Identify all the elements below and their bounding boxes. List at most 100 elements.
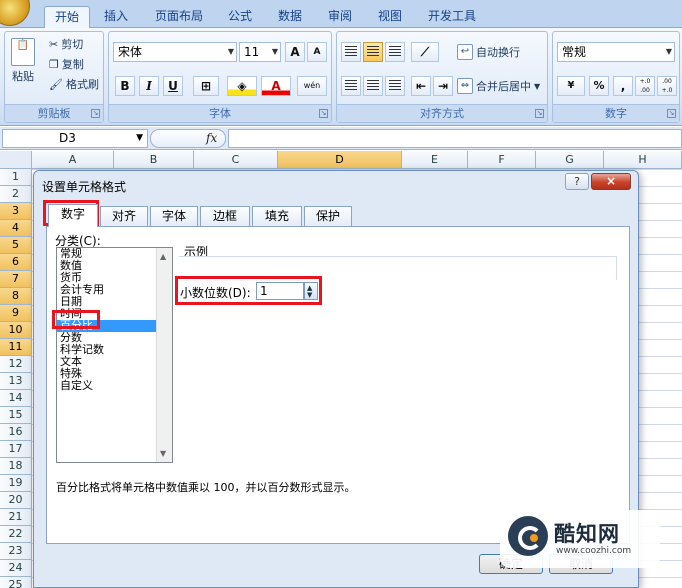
help-button[interactable]: ?: [565, 173, 589, 190]
column-header-b[interactable]: B: [114, 151, 194, 169]
grow-font-button[interactable]: A: [285, 42, 305, 62]
accounting-format-button[interactable]: ¥: [557, 76, 585, 96]
align-middle-button[interactable]: [363, 42, 383, 62]
decrease-indent-button[interactable]: ⇤: [411, 76, 431, 96]
row-header[interactable]: 19: [0, 475, 32, 492]
column-header-d[interactable]: D: [278, 151, 402, 169]
tab-review[interactable]: 审阅: [322, 6, 358, 28]
borders-button[interactable]: ⊞: [193, 76, 219, 96]
tab-insert[interactable]: 插入: [98, 6, 134, 28]
row-header[interactable]: 20: [0, 492, 32, 509]
tab-data[interactable]: 数据: [272, 6, 308, 28]
tab-border[interactable]: 边框: [200, 206, 250, 226]
font-size-select[interactable]: 11 ▼: [239, 42, 281, 62]
formula-input[interactable]: [228, 129, 682, 148]
tab-developer[interactable]: 开发工具: [422, 6, 482, 28]
tab-protection[interactable]: 保护: [304, 206, 352, 226]
column-header-h[interactable]: H: [604, 151, 682, 169]
percent-style-button[interactable]: %: [589, 76, 609, 96]
office-button[interactable]: [0, 0, 30, 26]
row-header[interactable]: 8: [0, 288, 32, 305]
row-header[interactable]: 12: [0, 356, 32, 373]
row-header[interactable]: 17: [0, 441, 32, 458]
row-header[interactable]: 22: [0, 526, 32, 543]
name-box[interactable]: D3 ▼: [2, 129, 148, 148]
cut-button[interactable]: ✂ 剪切: [49, 36, 83, 52]
row-header[interactable]: 1: [0, 169, 32, 186]
alignment-launcher-icon[interactable]: ↘: [535, 109, 544, 118]
category-list[interactable]: 常规 数值 货币 会计专用 日期 时间 百分比 分数 科学记数 文本 特殊 自定…: [56, 247, 173, 463]
underline-button[interactable]: U: [163, 76, 183, 96]
column-header-e[interactable]: E: [402, 151, 468, 169]
row-header[interactable]: 10: [0, 322, 32, 339]
row-header[interactable]: 18: [0, 458, 32, 475]
decrease-decimal-button[interactable]: .00 +.0: [657, 76, 677, 96]
row-header[interactable]: 23: [0, 543, 32, 560]
scroll-down-icon[interactable]: ▼: [160, 449, 166, 458]
number-format-select[interactable]: 常规 ▼: [557, 42, 675, 62]
tab-font[interactable]: 字体: [150, 206, 198, 226]
copy-button[interactable]: ❐ 复制: [49, 56, 84, 72]
column-header-g[interactable]: G: [536, 151, 604, 169]
number-launcher-icon[interactable]: ↘: [667, 109, 676, 118]
number-group: 常规 ▼ ¥ % , +.0 .00 .00 +.0 数字 ↘: [552, 31, 680, 123]
paste-button[interactable]: 📋 粘贴: [11, 38, 35, 84]
column-header-f[interactable]: F: [468, 151, 536, 169]
wrap-text-button[interactable]: ↩ 自动换行: [457, 44, 520, 60]
row-header[interactable]: 9: [0, 305, 32, 322]
increase-decimal-button[interactable]: +.0 .00: [635, 76, 655, 96]
tab-number[interactable]: 数字: [48, 204, 98, 227]
tab-home[interactable]: 开始: [44, 6, 90, 28]
clipboard-launcher-icon[interactable]: ↘: [91, 109, 100, 118]
increase-indent-button[interactable]: ⇥: [433, 76, 453, 96]
row-header[interactable]: 2: [0, 186, 32, 203]
tab-alignment[interactable]: 对齐: [100, 206, 148, 226]
row-header[interactable]: 15: [0, 407, 32, 424]
font-color-button[interactable]: A: [261, 76, 291, 96]
phonetic-button[interactable]: wén: [297, 76, 327, 96]
align-center-button[interactable]: [363, 76, 383, 96]
comma-style-button[interactable]: ,: [613, 76, 633, 96]
category-item-custom[interactable]: 自定义: [57, 380, 172, 392]
row-header[interactable]: 6: [0, 254, 32, 271]
fill-color-button[interactable]: ◈: [227, 76, 257, 96]
row-header[interactable]: 7: [0, 271, 32, 288]
alignment-group-title: 对齐方式: [337, 104, 547, 122]
row-header[interactable]: 3: [0, 203, 32, 220]
font-name-select[interactable]: 宋体 ▼: [113, 42, 237, 62]
list-scrollbar[interactable]: ▲ ▼: [156, 248, 172, 462]
indent-icon: ⇥: [437, 79, 449, 93]
bold-button[interactable]: B: [115, 76, 135, 96]
row-header[interactable]: 4: [0, 220, 32, 237]
row-header[interactable]: 16: [0, 424, 32, 441]
row-header[interactable]: 25: [0, 577, 32, 588]
tab-page-layout[interactable]: 页面布局: [148, 6, 210, 28]
insert-function-button[interactable]: fx: [206, 131, 217, 145]
merge-center-button[interactable]: ⇔ 合并后居中 ▼: [457, 78, 540, 94]
shrink-font-button[interactable]: A: [307, 42, 327, 62]
row-header[interactable]: 13: [0, 373, 32, 390]
row-header[interactable]: 5: [0, 237, 32, 254]
column-header-c[interactable]: C: [194, 151, 278, 169]
row-header[interactable]: 24: [0, 560, 32, 577]
format-painter-button[interactable]: 🖌 格式刷: [49, 76, 99, 92]
column-header-a[interactable]: A: [32, 151, 114, 169]
scroll-up-icon[interactable]: ▲: [160, 252, 166, 261]
select-all-corner[interactable]: [0, 151, 32, 169]
font-launcher-icon[interactable]: ↘: [319, 109, 328, 118]
italic-button[interactable]: I: [139, 76, 159, 96]
row-header[interactable]: 11: [0, 339, 32, 356]
close-button[interactable]: ×: [591, 173, 631, 190]
font-size-value: 11: [244, 45, 260, 59]
align-bottom-button[interactable]: [385, 42, 405, 62]
row-header[interactable]: 14: [0, 390, 32, 407]
tab-view[interactable]: 视图: [372, 6, 408, 28]
align-top-button[interactable]: [341, 42, 361, 62]
align-right-button[interactable]: [385, 76, 405, 96]
tab-fill[interactable]: 填充: [252, 206, 302, 226]
align-left-button[interactable]: [341, 76, 361, 96]
orientation-button[interactable]: ⟋: [411, 42, 439, 62]
row-header[interactable]: 21: [0, 509, 32, 526]
tab-formulas[interactable]: 公式: [222, 6, 258, 28]
watermark-name: 酷知网: [554, 522, 620, 546]
